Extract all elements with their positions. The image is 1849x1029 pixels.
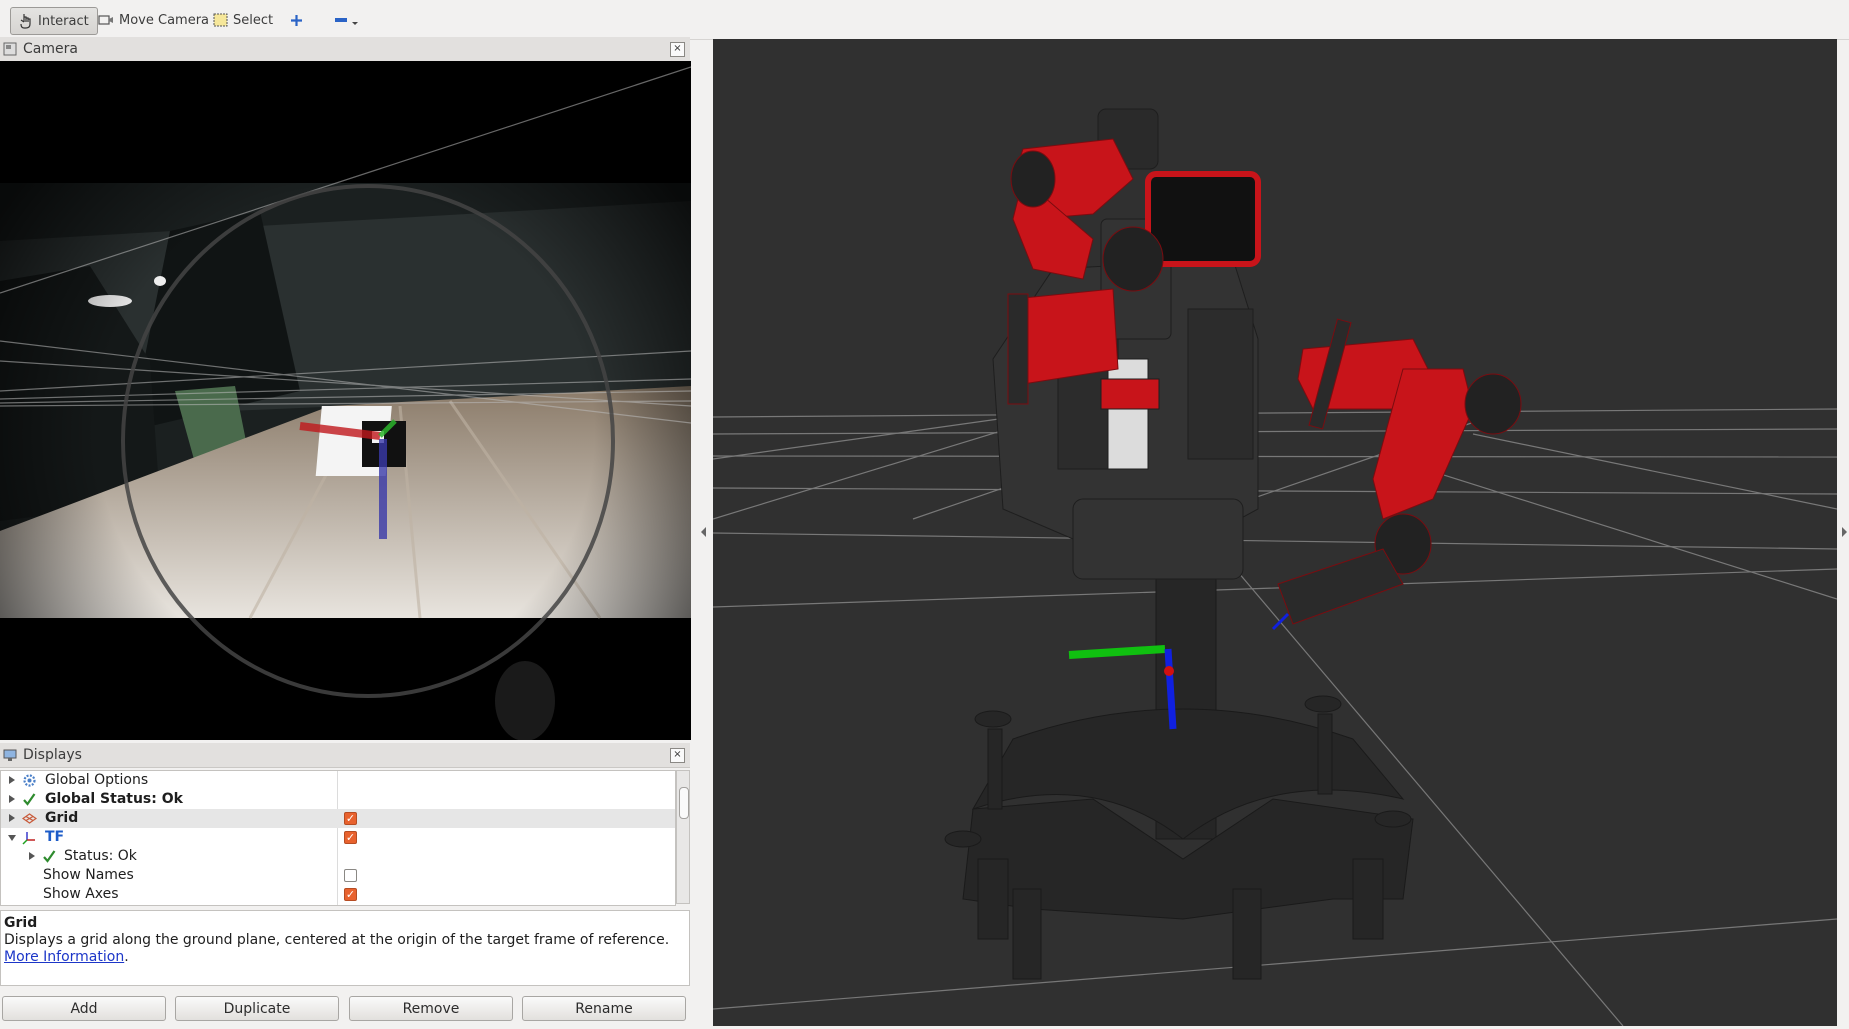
splitter-left-arrow-icon[interactable] (701, 527, 706, 537)
displays-tree: Global Options Global Status: Ok Grid ✓ … (0, 770, 676, 906)
tree-row-tf[interactable]: TF ✓ (1, 828, 675, 847)
gear-icon (23, 774, 36, 787)
expand-arrow-icon[interactable] (9, 795, 15, 803)
robot-stand (944, 578, 1414, 980)
tree-row-label: Status: Ok (64, 848, 137, 864)
check-icon (43, 850, 56, 863)
tf-axes-icon (22, 832, 35, 845)
add-tool-button[interactable] (290, 7, 303, 33)
interact-tool-label: Interact (38, 13, 89, 29)
camera-panel-icon (3, 42, 17, 56)
tree-row-grid[interactable]: Grid ✓ (1, 809, 675, 828)
render-3d-view[interactable] (713, 39, 1837, 1026)
grid-enabled-checkbox[interactable]: ✓ (344, 812, 357, 825)
remove-tool-dropdown[interactable] (334, 7, 360, 33)
camera-panel-title: Camera (23, 41, 78, 57)
plus-icon (291, 14, 302, 26)
robot-right-arm (1277, 318, 1522, 625)
select-box-icon (213, 13, 228, 27)
tree-row-show-axes[interactable]: Show Axes ✓ (1, 885, 675, 904)
render-scene (713, 108, 1837, 1026)
tree-row-label: Global Options (45, 772, 149, 788)
check-icon (23, 793, 36, 806)
tree-row-global-options[interactable]: Global Options (1, 771, 675, 790)
scrollbar-thumb[interactable] (679, 787, 689, 819)
tree-row-label: Global Status: Ok (45, 791, 183, 807)
property-description-box: Grid Displays a grid along the ground pl… (0, 910, 690, 986)
displays-panel-header: Displays × (0, 743, 690, 768)
expand-arrow-icon[interactable] (29, 852, 35, 860)
displays-panel-close-icon[interactable]: × (670, 748, 685, 763)
tree-row-label: Show Axes (43, 886, 119, 902)
move-camera-icon (98, 15, 113, 25)
show-axes-checkbox[interactable]: ✓ (344, 888, 357, 901)
displays-tree-scrollbar[interactable] (676, 770, 690, 904)
interact-tool-button[interactable]: Interact (10, 7, 98, 35)
displays-panel-title: Displays (23, 747, 82, 763)
expand-arrow-icon[interactable] (9, 814, 15, 822)
camera-panel-close-icon[interactable]: × (670, 42, 685, 57)
tree-row-global-status[interactable]: Global Status: Ok (1, 790, 675, 809)
select-tool-label: Select (233, 12, 274, 28)
minus-dropdown-icon (335, 17, 358, 25)
camera-panel-header: Camera × (0, 37, 690, 62)
grid-icon (22, 813, 37, 824)
tree-row-label: Show Names (43, 867, 134, 883)
hand-pointer-icon (20, 14, 31, 29)
collapse-arrow-icon[interactable] (8, 835, 16, 841)
robot-head-screen (1145, 171, 1261, 267)
rename-button[interactable]: Rename (522, 996, 686, 1021)
monitor-icon (3, 749, 17, 761)
tree-row-show-names[interactable]: Show Names (1, 866, 675, 885)
main-toolbar: Interact Move Camera Select (0, 0, 1849, 40)
tree-row-tf-status[interactable]: Status: Ok (1, 847, 675, 866)
add-button[interactable]: Add (2, 996, 166, 1021)
more-information-link[interactable]: More Information (4, 949, 124, 965)
move-camera-tool-label: Move Camera (119, 12, 210, 28)
select-tool-button[interactable]: Select (213, 7, 273, 33)
splitter-right-arrow-icon[interactable] (1842, 527, 1847, 537)
expand-arrow-icon[interactable] (9, 776, 15, 784)
description-text: Displays a grid along the ground plane, … (4, 932, 670, 948)
description-suffix: . (124, 949, 129, 965)
show-names-checkbox[interactable] (344, 869, 357, 882)
description-title: Grid (4, 915, 38, 931)
duplicate-button[interactable]: Duplicate (175, 996, 339, 1021)
move-camera-tool-button[interactable]: Move Camera (98, 7, 209, 33)
camera-image-view[interactable] (0, 61, 691, 740)
remove-button[interactable]: Remove (349, 996, 513, 1021)
tf-enabled-checkbox[interactable]: ✓ (344, 831, 357, 844)
tree-row-label: Grid (45, 810, 79, 826)
tree-row-label: TF (45, 829, 65, 845)
camera-scene (0, 61, 691, 740)
